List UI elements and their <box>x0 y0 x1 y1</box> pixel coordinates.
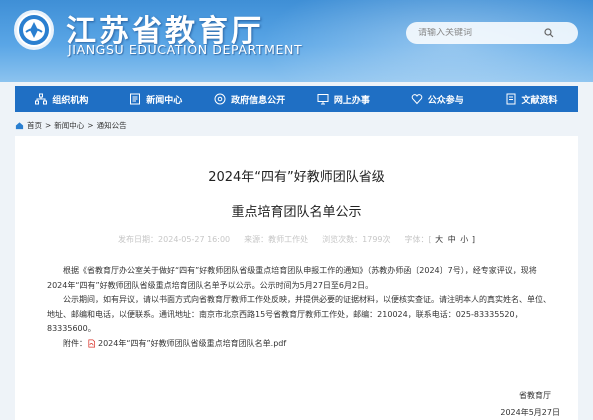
nav-label: 组织机构 <box>52 95 89 106</box>
heart-icon <box>411 94 423 105</box>
article-paragraph: 根据《省教育厅办公室关于做好“四有”好教师团队省级重点培育团队申报工作的通知》（… <box>47 266 537 290</box>
site-header: 江苏省教育厅 JIANGSU EDUCATION DEPARTMENT <box>0 0 593 82</box>
nav-label: 网上办事 <box>333 95 370 106</box>
publish-date: 发布日期：2024-05-27 16:00 <box>118 235 231 244</box>
breadcrumb-news[interactable]: 新闻中心 <box>54 120 84 131</box>
search-input[interactable] <box>414 28 544 38</box>
font-size-label: 字体：[ <box>404 235 432 244</box>
nav-label: 新闻中心 <box>146 95 183 106</box>
nav-label: 政府信息公开 <box>231 95 286 106</box>
news-icon <box>130 93 141 105</box>
font-size-switcher: 字体：[ 大 中 小 ] <box>405 234 475 245</box>
book-icon <box>506 93 516 105</box>
article-title-line2: 重点培育团队名单公示 <box>231 205 362 220</box>
article-source: 来源：教师工作处 <box>244 235 309 244</box>
nav-label: 文献资料 <box>521 95 558 106</box>
article-body: 根据《省教育厅办公室关于做好“四有”好教师团队省级重点培育团队申报工作的通知》（… <box>47 264 553 351</box>
font-size-large-button[interactable]: 大 <box>434 235 444 244</box>
attachment-label: 附件： <box>63 338 87 348</box>
signature: 省教育厅 <box>519 391 551 400</box>
nav-item-docs[interactable]: 文献资料 <box>484 86 578 112</box>
article-panel: 2024年“四有”好教师团队省级 重点培育团队名单公示 发布日期：2024-05… <box>15 136 578 420</box>
breadcrumb-home[interactable]: 首页 <box>27 120 42 131</box>
article-meta: 发布日期：2024-05-27 16:00 来源：教师工作处 浏览次数：1799… <box>15 234 578 245</box>
font-size-bracket: ] <box>471 235 475 244</box>
monitor-icon <box>317 94 329 105</box>
breadcrumb-separator: > <box>87 121 94 130</box>
nav-item-online[interactable]: 网上办事 <box>296 86 390 112</box>
search-box <box>406 22 578 44</box>
view-count: 浏览次数：1799次 <box>322 235 391 244</box>
nav-item-public[interactable]: 公众参与 <box>390 86 484 112</box>
sign-date: 2024年5月27日 <box>500 408 560 417</box>
info-icon <box>214 93 226 105</box>
font-size-small-button[interactable]: 小 <box>459 235 469 244</box>
main-nav: 组织机构 新闻中心 政府信息公开 网上办事 公众参与 文献资料 <box>15 86 578 112</box>
font-size-medium-button[interactable]: 中 <box>447 235 457 244</box>
home-icon <box>15 122 24 130</box>
nav-item-info[interactable]: 政府信息公开 <box>203 86 297 112</box>
article-title-line1: 2024年“四有”好教师团队省级 <box>208 170 385 185</box>
site-subtitle: JIANGSU EDUCATION DEPARTMENT <box>68 42 303 57</box>
article-paragraph: 公示期间，如有异议，请以书面方式向省教育厅教师工作处反映，并提供必要的证据材料，… <box>47 295 551 333</box>
org-icon <box>35 93 48 105</box>
pdf-icon <box>88 339 96 348</box>
department-emblem-icon[interactable] <box>14 10 54 50</box>
attachment-row: 附件： 2024年“四有”好教师团队省级重点培育团队名单.pdf <box>47 337 553 352</box>
nav-item-org[interactable]: 组织机构 <box>15 86 109 112</box>
nav-label: 公众参与 <box>427 95 464 106</box>
breadcrumb-separator: > <box>45 121 52 130</box>
breadcrumb: 首页 > 新闻中心 > 通知公告 <box>15 120 127 131</box>
search-icon[interactable] <box>544 28 554 38</box>
nav-item-news[interactable]: 新闻中心 <box>109 86 203 112</box>
attachment-link[interactable]: 2024年“四有”好教师团队省级重点培育团队名单.pdf <box>98 337 286 352</box>
breadcrumb-notices[interactable]: 通知公告 <box>97 120 127 131</box>
